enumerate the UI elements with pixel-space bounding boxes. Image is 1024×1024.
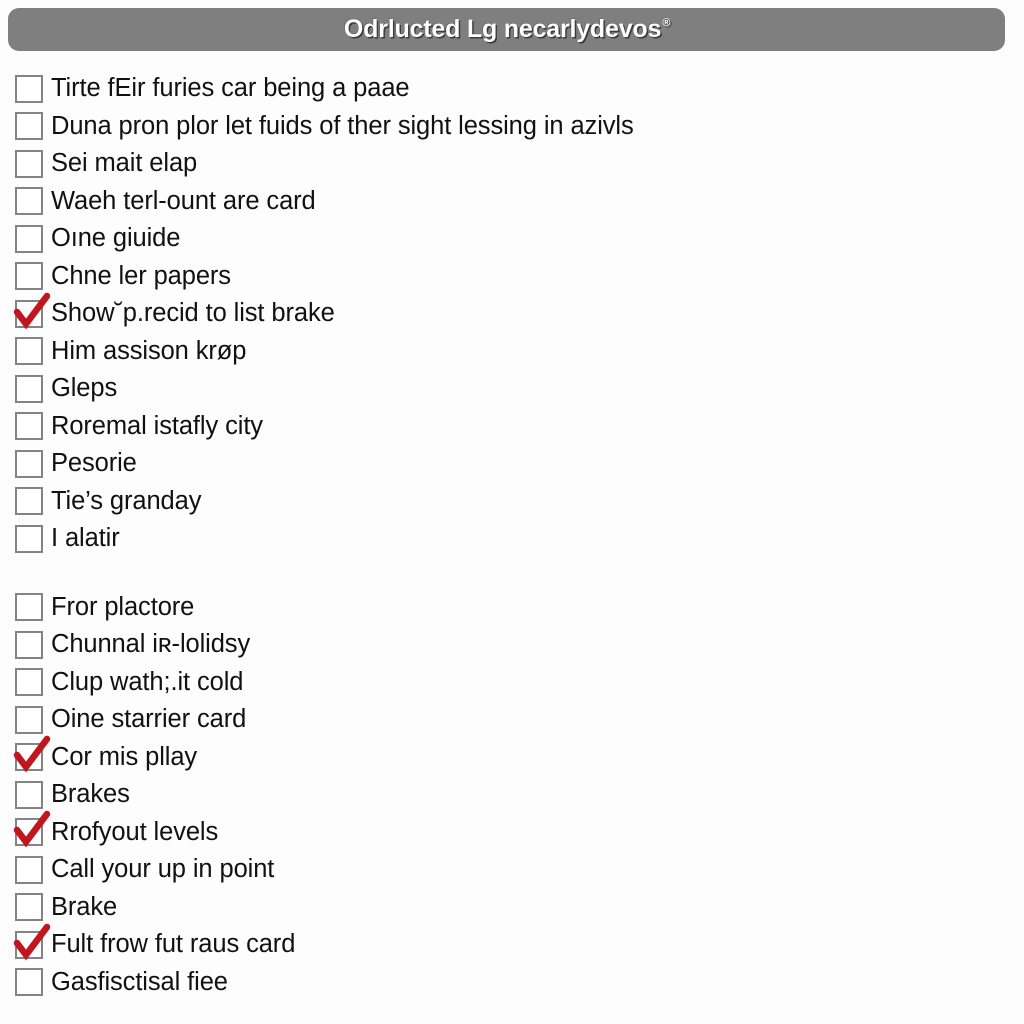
checklist-item-label: Roremal istafly city <box>51 411 263 440</box>
checkbox-unchecked[interactable] <box>15 449 43 478</box>
checklist-row[interactable]: Him assison krøp <box>0 333 1024 371</box>
checklist-row[interactable]: Clup wath;.it cold <box>0 664 1024 702</box>
header-bar: Odrlucted Lg necarlydevos® <box>8 8 1005 51</box>
checklist-item-label: Rrofyout levels <box>51 817 219 846</box>
checklist-item-label: Brake <box>51 892 118 921</box>
checkmark-icon <box>13 736 51 773</box>
registered-trademark-icon: ® <box>662 16 671 29</box>
checklist-row[interactable]: Gleps <box>0 370 1024 408</box>
checklist-item-label: Duna pron plor let fuids of ther sight l… <box>51 111 634 140</box>
checkbox-unchecked[interactable] <box>15 487 43 516</box>
checklist-row[interactable]: I alatir <box>0 520 1024 558</box>
checklist-row[interactable]: Show˘p.recid to list brake <box>0 292 1024 333</box>
checkbox-unchecked[interactable] <box>15 668 43 697</box>
checklist-item-label: Him assison krøp <box>51 336 247 365</box>
page-title: Odrlucted Lg necarlydevos® <box>343 15 671 44</box>
checkbox-checked[interactable] <box>13 811 51 848</box>
checklist-row[interactable]: Fult frow fut raus card <box>0 923 1024 964</box>
checkbox-unchecked[interactable] <box>15 74 43 103</box>
checkmark-icon <box>13 923 51 961</box>
checklist-row[interactable]: Gasfisctisal fiee <box>0 964 1024 1002</box>
checklist-row[interactable]: Pesorie <box>0 445 1024 483</box>
checkbox-unchecked[interactable] <box>15 374 43 403</box>
checklist-row[interactable]: Rrofyout levels <box>0 811 1024 852</box>
checklist-row[interactable]: Brakes <box>0 776 1024 814</box>
checklist-item-label: Pesorie <box>51 449 137 477</box>
checkbox-unchecked[interactable] <box>15 593 43 622</box>
checkbox-unchecked[interactable] <box>15 705 43 734</box>
checkbox-unchecked[interactable] <box>15 262 43 291</box>
checkbox-unchecked[interactable] <box>15 224 43 253</box>
checklist-item-label: Clup wath;.it cold <box>51 667 244 696</box>
checkbox-unchecked[interactable] <box>15 112 43 141</box>
checkbox-unchecked[interactable] <box>15 187 43 216</box>
checklist-item-label: Oıne giuide <box>51 224 181 252</box>
checklist: Tirte fEir furies car being a paae Duna p… <box>0 70 1024 1001</box>
checkbox-checked[interactable] <box>13 923 51 961</box>
checklist-group: Tirte fEir furies car being a paae Duna p… <box>0 70 1024 558</box>
checkmark-icon <box>13 292 51 330</box>
checklist-item-label: Gleps <box>51 374 118 402</box>
checkbox-unchecked[interactable] <box>15 855 43 884</box>
checklist-row[interactable]: Sei mait elap <box>0 145 1024 183</box>
checklist-row[interactable]: Fror plactore <box>0 589 1024 627</box>
checklist-item-label: Fult frow fut raus card <box>51 930 296 958</box>
checklist-item-label: Cor mis pllay <box>51 742 198 771</box>
checklist-row[interactable]: Tirte fEir furies car being a paae <box>0 70 1024 108</box>
checklist-item-label: Sei mait elap <box>51 149 198 177</box>
checklist-row[interactable]: Call your up in point <box>0 851 1024 889</box>
checklist-item-label: Call your up in point <box>51 855 275 883</box>
checkbox-unchecked[interactable] <box>15 149 43 178</box>
checklist-item-label: Oine starrier card <box>51 705 247 733</box>
checkbox-unchecked[interactable] <box>15 412 43 441</box>
checklist-row[interactable]: Roremal istafly city <box>0 408 1024 446</box>
checklist-item-label: Waeh terl-ount are card <box>51 186 316 215</box>
checklist-item-label: Show˘p.recid to list brake <box>51 299 335 327</box>
checkbox-unchecked[interactable] <box>15 968 43 997</box>
checkbox-checked[interactable] <box>13 736 51 773</box>
checklist-item-label: Gasfisctisal fiee <box>51 967 228 996</box>
checklist-row[interactable]: Oine starrier card <box>0 701 1024 739</box>
checklist-item-label: Brakes <box>51 780 130 808</box>
checkmark-icon <box>13 811 51 848</box>
checklist-row[interactable]: Cor mis pllay <box>0 736 1024 777</box>
checklist-item-label: Tirte fEir furies car being a paae <box>51 74 410 102</box>
checklist-row[interactable]: Duna pron plor let fuids of ther sight l… <box>0 108 1024 146</box>
checklist-row[interactable]: Brake <box>0 889 1024 927</box>
checkbox-unchecked[interactable] <box>15 337 43 366</box>
checklist-item-label: Chunnal iʀ-lolidsy <box>51 630 251 658</box>
checkbox-unchecked[interactable] <box>15 524 43 553</box>
checkbox-checked[interactable] <box>13 292 51 330</box>
checklist-group: Fror plactore Chunnal iʀ-lolidsy Clup wath… <box>0 589 1024 1002</box>
checklist-row[interactable]: Waeh terl-ount are card <box>0 183 1024 221</box>
checklist-row[interactable]: Chne ler papers <box>0 258 1024 296</box>
checklist-item-label: Fror plactore <box>51 592 195 621</box>
checklist-row[interactable]: Chunnal iʀ-lolidsy <box>0 626 1024 664</box>
checkbox-unchecked[interactable] <box>15 893 43 922</box>
checklist-row[interactable]: Oıne giuide <box>0 220 1024 258</box>
checklist-row[interactable]: Tie’s granday <box>0 483 1024 521</box>
checklist-item-label: Chne ler papers <box>51 261 231 290</box>
checkbox-unchecked[interactable] <box>15 780 43 809</box>
checklist-item-label: Tie’s granday <box>51 486 202 515</box>
page-title-text: Odrlucted Lg necarlydevos <box>343 15 662 43</box>
checklist-item-label: I alatir <box>51 524 120 552</box>
checkbox-unchecked[interactable] <box>15 630 43 659</box>
